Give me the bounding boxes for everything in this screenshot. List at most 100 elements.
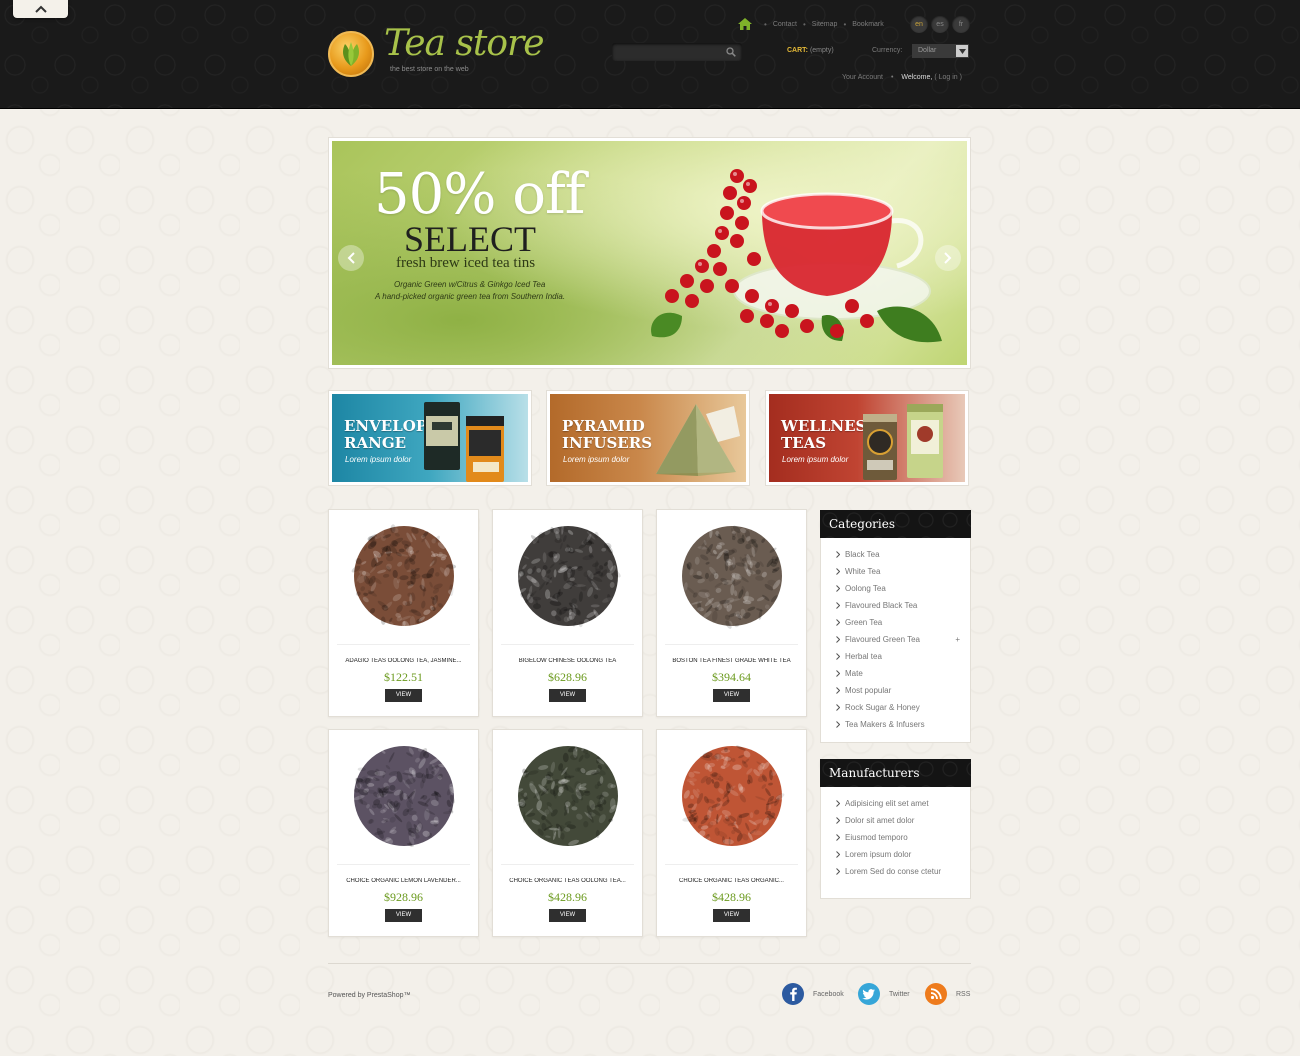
lang-en[interactable]: en (910, 15, 928, 33)
slide-headline: 50% off (374, 162, 585, 227)
leaf-icon (328, 31, 374, 77)
chevron-right-icon (836, 619, 840, 626)
hero-slider: 50% off SELECT fresh brew iced tea tins … (328, 137, 971, 369)
banner-subtitle: Lorem ipsum dolor (345, 455, 412, 464)
currency-label: Currency: (872, 47, 903, 54)
product-card[interactable]: CHOICE ORGANIC TEAS ORGANIC... $428.96 V… (656, 729, 807, 937)
cart-summary[interactable]: CART: (empty) (787, 47, 834, 54)
separator: • (802, 19, 806, 29)
logo[interactable]: Tea store the best store on the web (328, 23, 548, 79)
lang-fr[interactable]: fr (952, 15, 970, 33)
view-button[interactable]: VIEW (549, 689, 586, 702)
banner-wellness-teas[interactable]: WELLNESS TEAS Lorem ipsum dolor (765, 390, 969, 486)
product-price: $122.51 (384, 670, 423, 684)
expand-toggle[interactable]: + (955, 631, 960, 648)
manufacturer-item[interactable]: Dolor sit amet dolor (836, 812, 970, 829)
product-name[interactable]: CHOICE ORGANIC TEAS ORGANIC... (661, 878, 802, 884)
product-name[interactable]: CHOICE ORGANIC TEAS OOLONG TEA... (497, 878, 638, 884)
your-account-link[interactable]: Your Account (842, 74, 883, 81)
scroll-top-button[interactable] (13, 0, 68, 18)
category-item[interactable]: Rock Sugar & Honey (836, 699, 970, 716)
manufacturer-item[interactable]: Lorem Sed do conse ctetur (836, 863, 970, 880)
manufacturer-label: Lorem ipsum dolor (845, 850, 912, 859)
product-image (351, 524, 457, 630)
sitemap-link[interactable]: Sitemap (812, 21, 838, 28)
tea-tins-image (863, 404, 943, 480)
logo-tagline: the best store on the web (390, 66, 469, 73)
view-button[interactable]: VIEW (549, 909, 586, 922)
powered-by[interactable]: Powered by PrestaShop™ (328, 992, 411, 999)
view-button[interactable]: VIEW (385, 909, 422, 922)
product-name[interactable]: BIGELOW CHINESE OOLONG TEA (497, 658, 638, 664)
category-label: Flavoured Green Tea (845, 635, 921, 644)
category-label: Most popular (845, 686, 892, 695)
slide[interactable]: 50% off SELECT fresh brew iced tea tins … (332, 141, 967, 365)
logo-title: Tea store (384, 23, 545, 64)
chevron-right-icon (836, 687, 840, 694)
product-price: $394.64 (712, 670, 751, 684)
login-link[interactable]: ( Log in ) (934, 74, 962, 81)
banner-pyramid-infusers[interactable]: PYRAMID INFUSERS Lorem ipsum dolor (546, 390, 750, 486)
view-button[interactable]: VIEW (713, 689, 750, 702)
search-input[interactable] (612, 44, 722, 63)
home-icon[interactable] (738, 18, 752, 30)
product-name[interactable]: BOSTON TEA FINEST GRADE WHITE TEA (661, 658, 802, 664)
chevron-right-icon (836, 585, 840, 592)
slider-prev-button[interactable] (338, 245, 364, 271)
chevron-right-icon (836, 817, 840, 824)
category-label: Black Tea (845, 550, 880, 559)
site-header: Tea store the best store on the web • Co… (0, 0, 1300, 109)
category-item[interactable]: Green Tea (836, 614, 970, 631)
product-price: $428.96 (548, 890, 587, 904)
contact-link[interactable]: Contact (773, 21, 797, 28)
category-label: Oolong Tea (845, 584, 886, 593)
manufacturer-item[interactable]: Adipisicing elit set amet (836, 795, 970, 812)
category-item[interactable]: Oolong Tea (836, 580, 970, 597)
chevron-right-icon (836, 868, 840, 875)
category-item[interactable]: Herbal tea (836, 648, 970, 665)
product-card[interactable]: CHOICE ORGANIC LEMON LAVENDER... $928.96… (328, 729, 479, 937)
view-button[interactable]: VIEW (713, 909, 750, 922)
search-icon[interactable] (726, 47, 736, 57)
category-item[interactable]: Tea Makers & Infusers (836, 716, 970, 733)
view-button[interactable]: VIEW (385, 689, 422, 702)
chevron-right-icon (836, 602, 840, 609)
divider (501, 864, 634, 865)
manufacturer-item[interactable]: Eiusmod temporo (836, 829, 970, 846)
product-name[interactable]: ADAGIO TEAS OOLONG TEA, JASMINE... (333, 658, 474, 664)
twitter-link[interactable]: Twitter (858, 983, 910, 1005)
category-label: Green Tea (845, 618, 883, 627)
facebook-link[interactable]: Facebook (782, 983, 844, 1005)
category-item[interactable]: Mate (836, 665, 970, 682)
search-box (612, 43, 742, 63)
cart-status: (empty) (809, 47, 834, 54)
manufacturer-label: Lorem Sed do conse ctetur (845, 867, 942, 876)
manufacturer-label: Adipisicing elit set amet (845, 799, 929, 808)
lang-es[interactable]: es (931, 15, 949, 33)
currency-select[interactable]: Dollar (912, 44, 969, 58)
category-item[interactable]: Black Tea (836, 546, 970, 563)
slider-next-button[interactable] (935, 245, 961, 271)
category-item[interactable]: White Tea (836, 563, 970, 580)
product-image (517, 522, 621, 628)
category-item[interactable]: Most popular (836, 682, 970, 699)
category-label: Flavoured Black Tea (845, 601, 918, 610)
category-item[interactable]: Flavoured Black Tea (836, 597, 970, 614)
category-label: Mate (845, 669, 863, 678)
product-card[interactable]: BOSTON TEA FINEST GRADE WHITE TEA $394.6… (656, 509, 807, 717)
product-card[interactable]: ADAGIO TEAS OOLONG TEA, JASMINE... $122.… (328, 509, 479, 717)
bookmark-link[interactable]: Bookmark (852, 21, 884, 28)
rss-link[interactable]: RSS (925, 983, 970, 1005)
manufacturers-block: Adipisicing elit set amet Dolor sit amet… (820, 787, 971, 899)
category-label: Herbal tea (845, 652, 882, 661)
product-card[interactable]: BIGELOW CHINESE OOLONG TEA $628.96 VIEW (492, 509, 643, 717)
product-name[interactable]: CHOICE ORGANIC LEMON LAVENDER... (333, 878, 474, 884)
manufacturer-item[interactable]: Lorem ipsum dolor (836, 846, 970, 863)
divider (665, 864, 798, 865)
product-image (682, 525, 782, 629)
category-item[interactable]: Flavoured Green Tea + (836, 631, 970, 648)
separator: • (764, 19, 767, 29)
banner-envelope-range[interactable]: ENVELOPE RANGE Lorem ipsum dolor (328, 390, 532, 486)
product-card[interactable]: CHOICE ORGANIC TEAS OOLONG TEA... $428.9… (492, 729, 643, 937)
chevron-left-icon (347, 252, 355, 264)
